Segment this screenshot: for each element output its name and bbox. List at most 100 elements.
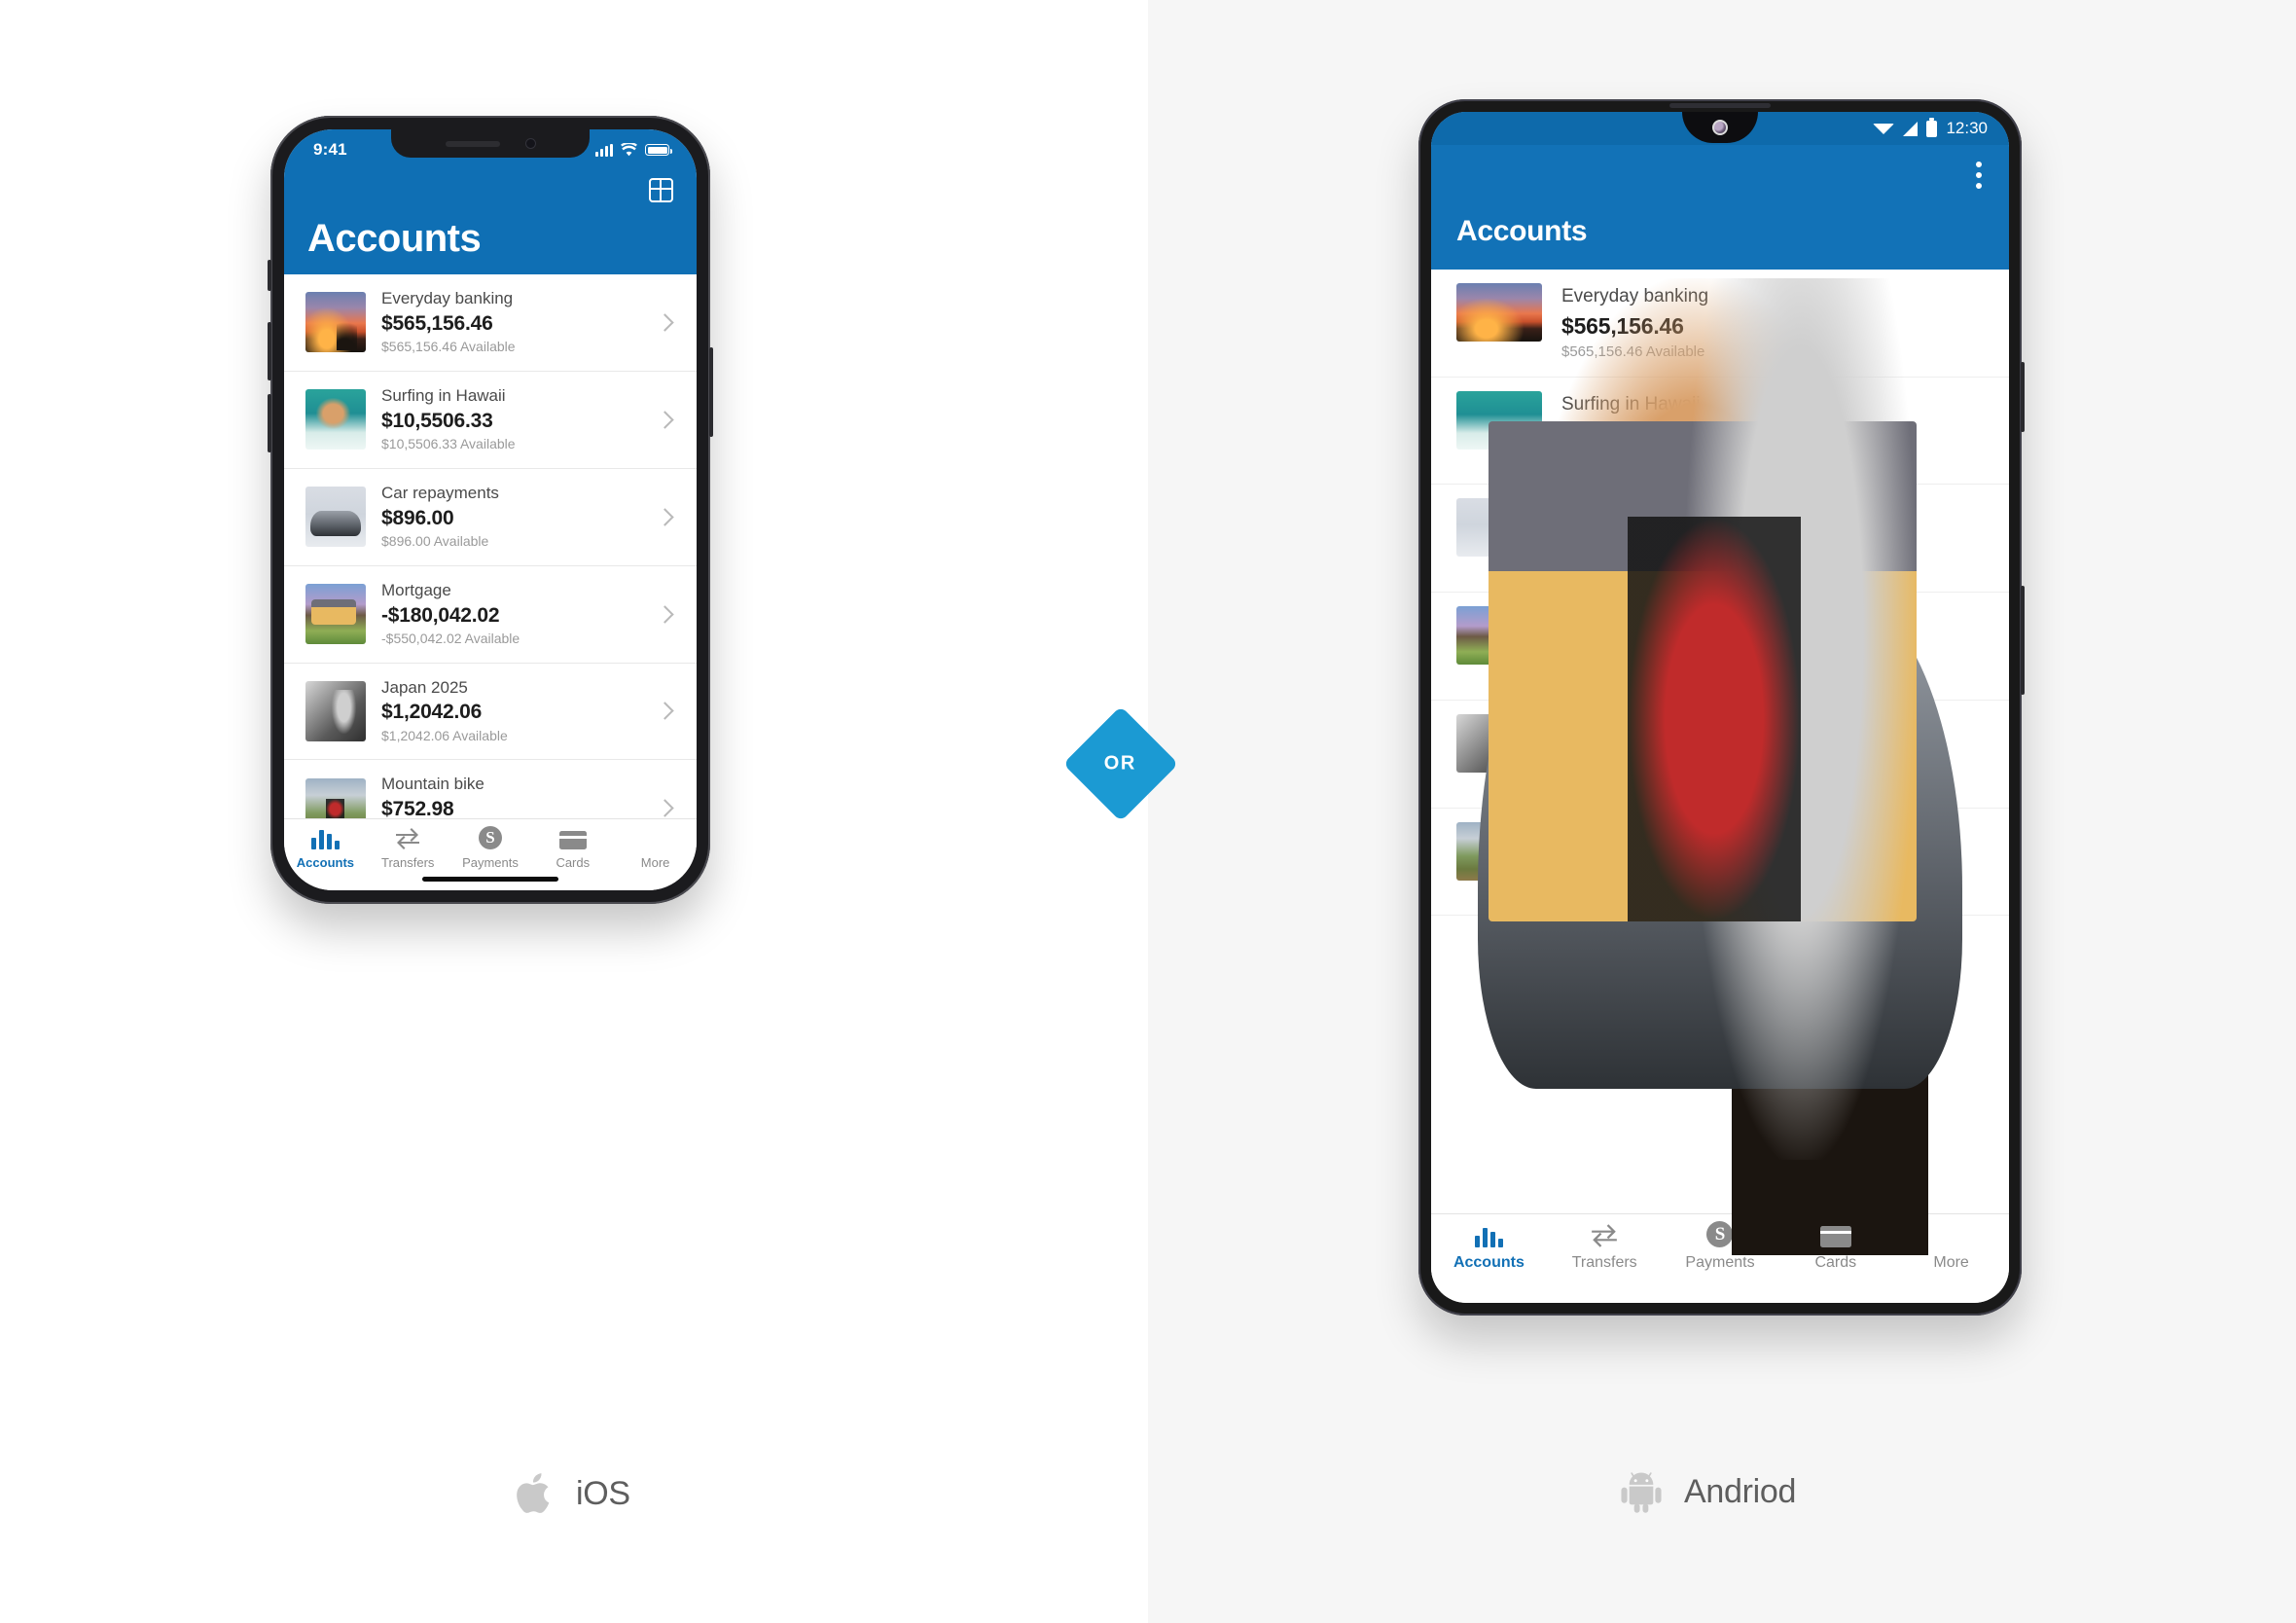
dollar-coin-icon: S bbox=[1706, 1221, 1734, 1247]
page-title: Accounts bbox=[1456, 215, 1588, 247]
android-app-bar: 12:30 Accounts bbox=[1431, 112, 2009, 270]
ios-status-time: 9:41 bbox=[313, 140, 347, 159]
platform-label: iOS bbox=[576, 1474, 630, 1512]
account-available: -$550,042.02 Available bbox=[381, 630, 520, 646]
battery-icon bbox=[645, 144, 672, 156]
tab-label: Cards bbox=[556, 855, 591, 870]
android-caption: Andriod bbox=[1620, 1469, 1796, 1514]
account-list-item[interactable]: Japan 2025 $1,2042.06 $1,2042.06 Availab… bbox=[284, 664, 697, 761]
tab-label: More bbox=[1933, 1254, 1969, 1271]
chevron-right-icon bbox=[656, 702, 674, 721]
android-accounts-list[interactable]: Everyday banking $565,156.46 $565,156.46… bbox=[1431, 270, 2009, 1213]
account-available: $1,2042.06 Available bbox=[381, 727, 508, 743]
tab-label: Accounts bbox=[296, 855, 355, 870]
account-thumbnail-house-photo bbox=[305, 584, 366, 645]
account-thumbnail-sunset-tree-photo bbox=[305, 292, 366, 353]
ios-speaker-grille bbox=[445, 140, 500, 147]
ios-front-camera-icon bbox=[524, 138, 536, 149]
tab-label: Transfers bbox=[380, 855, 435, 870]
account-balance: $10,5506.33 bbox=[381, 409, 493, 432]
chevron-right-icon bbox=[656, 507, 674, 526]
tab-label: Payments bbox=[462, 855, 519, 870]
account-balance: $1,2042.06 bbox=[381, 701, 483, 724]
account-name: Car repayments bbox=[381, 483, 499, 502]
ios-phone-mockup: 9:41 Accounts Everyday banking $565,156.… bbox=[268, 116, 713, 904]
account-available: $896.00 Available bbox=[381, 533, 489, 550]
android-power-button[interactable] bbox=[2021, 586, 2025, 695]
tab-accounts[interactable]: Accounts bbox=[1431, 1226, 1547, 1272]
ios-home-indicator[interactable] bbox=[422, 877, 558, 882]
hamburger-menu-icon bbox=[1936, 1226, 1967, 1247]
account-name: Everyday banking bbox=[381, 289, 514, 307]
android-screen: 12:30 Accounts Everyday banking $565,156… bbox=[1431, 112, 2009, 1303]
chevron-right-icon bbox=[656, 604, 674, 624]
account-thumbnail-house-photo bbox=[1456, 606, 1542, 666]
account-name: Mortgage bbox=[381, 580, 451, 599]
platform-label: Andriod bbox=[1684, 1472, 1797, 1510]
account-thumbnail-silver-car-photo bbox=[305, 487, 366, 548]
account-balance: $752.98 bbox=[381, 798, 454, 818]
account-name: Surfing in Hawaii bbox=[381, 385, 506, 405]
ios-silence-switch[interactable] bbox=[268, 260, 271, 291]
account-balance: $565,156.46 bbox=[381, 311, 493, 335]
tab-label: Payments bbox=[1685, 1254, 1755, 1271]
tab-accounts[interactable]: Accounts bbox=[284, 828, 367, 870]
dollar-coin-icon: S bbox=[478, 826, 502, 849]
account-thumbnail-surfer-photo bbox=[305, 389, 366, 451]
credit-card-icon bbox=[558, 828, 587, 849]
android-toolbar bbox=[1431, 145, 2009, 205]
android-volume-button[interactable] bbox=[2021, 362, 2025, 432]
tab-more[interactable]: More bbox=[614, 828, 697, 870]
account-thumbnail-couple-selfie-photo bbox=[305, 680, 366, 741]
kebab-menu-icon[interactable] bbox=[1976, 162, 1982, 189]
tab-transfers[interactable]: Transfers bbox=[367, 828, 449, 870]
ios-screen: 9:41 Accounts Everyday banking $565,156.… bbox=[284, 129, 697, 890]
account-list-item[interactable]: Mountain bike $752.98 $752.98 Available bbox=[284, 760, 697, 818]
account-balance: $896.00 bbox=[381, 506, 454, 529]
credit-card-icon bbox=[1819, 1226, 1851, 1247]
bar-chart-icon bbox=[310, 828, 340, 849]
dashboard-layout-icon[interactable] bbox=[649, 177, 673, 202]
account-thumbnail-mountain-biker-photo bbox=[305, 777, 366, 818]
android-earpiece-grille bbox=[1669, 103, 1771, 108]
or-label: OR bbox=[1104, 752, 1137, 775]
account-list-item[interactable]: Mortgage -$180,042.02 -$550,042.02 Avail… bbox=[284, 566, 697, 664]
account-list-item[interactable]: Car repayments $896.00 $896.00 Available bbox=[284, 469, 697, 566]
tab-label: Accounts bbox=[1453, 1254, 1525, 1271]
ios-volume-down-button[interactable] bbox=[268, 394, 271, 452]
account-name: Japan 2025 bbox=[381, 677, 468, 697]
account-available: $10,5506.33 Available bbox=[381, 436, 516, 452]
apple-logo-icon bbox=[517, 1473, 550, 1513]
transfer-arrows-icon bbox=[394, 828, 421, 849]
bar-chart-icon bbox=[1474, 1226, 1503, 1247]
ios-notch bbox=[391, 129, 590, 158]
account-list-item[interactable]: Surfing in Hawaii $10,5506.33 $10,5506.3… bbox=[284, 372, 697, 469]
tab-payments[interactable]: S Payments bbox=[449, 826, 532, 870]
tab-cards[interactable]: Cards bbox=[531, 828, 614, 870]
android-status-time: 12:30 bbox=[1946, 119, 1988, 137]
page-title: Accounts bbox=[307, 217, 482, 260]
ios-power-button[interactable] bbox=[709, 347, 713, 437]
android-front-camera-icon bbox=[1712, 120, 1728, 135]
android-robot-icon bbox=[1621, 1472, 1662, 1513]
chevron-right-icon bbox=[656, 411, 674, 429]
wifi-icon bbox=[1873, 123, 1895, 134]
android-phone-mockup: 12:30 Accounts Everyday banking $565,156… bbox=[1418, 99, 2025, 1316]
account-available: $565,156.46 Available bbox=[381, 339, 516, 355]
account-name: Mountain bike bbox=[381, 775, 484, 794]
account-balance: -$180,042.02 bbox=[381, 603, 500, 627]
chevron-right-icon bbox=[656, 799, 674, 818]
ios-toolbar bbox=[284, 166, 697, 213]
cellular-signal-icon bbox=[1903, 121, 1919, 136]
account-list-item[interactable]: Everyday banking $565,156.46 $565,156.46… bbox=[284, 274, 697, 372]
hamburger-menu-icon bbox=[642, 828, 669, 849]
chevron-right-icon bbox=[656, 313, 674, 332]
tab-label: More bbox=[640, 855, 670, 870]
account-thumbnail-sunset-tree-photo bbox=[1456, 283, 1542, 342]
tab-label: Cards bbox=[1814, 1254, 1857, 1271]
cellular-signal-icon bbox=[595, 143, 613, 157]
ios-accounts-list[interactable]: Everyday banking $565,156.46 $565,156.46… bbox=[284, 274, 697, 818]
tab-transfers[interactable]: Transfers bbox=[1547, 1224, 1663, 1272]
ios-volume-up-button[interactable] bbox=[268, 322, 271, 380]
ios-caption: iOS bbox=[516, 1471, 630, 1516]
